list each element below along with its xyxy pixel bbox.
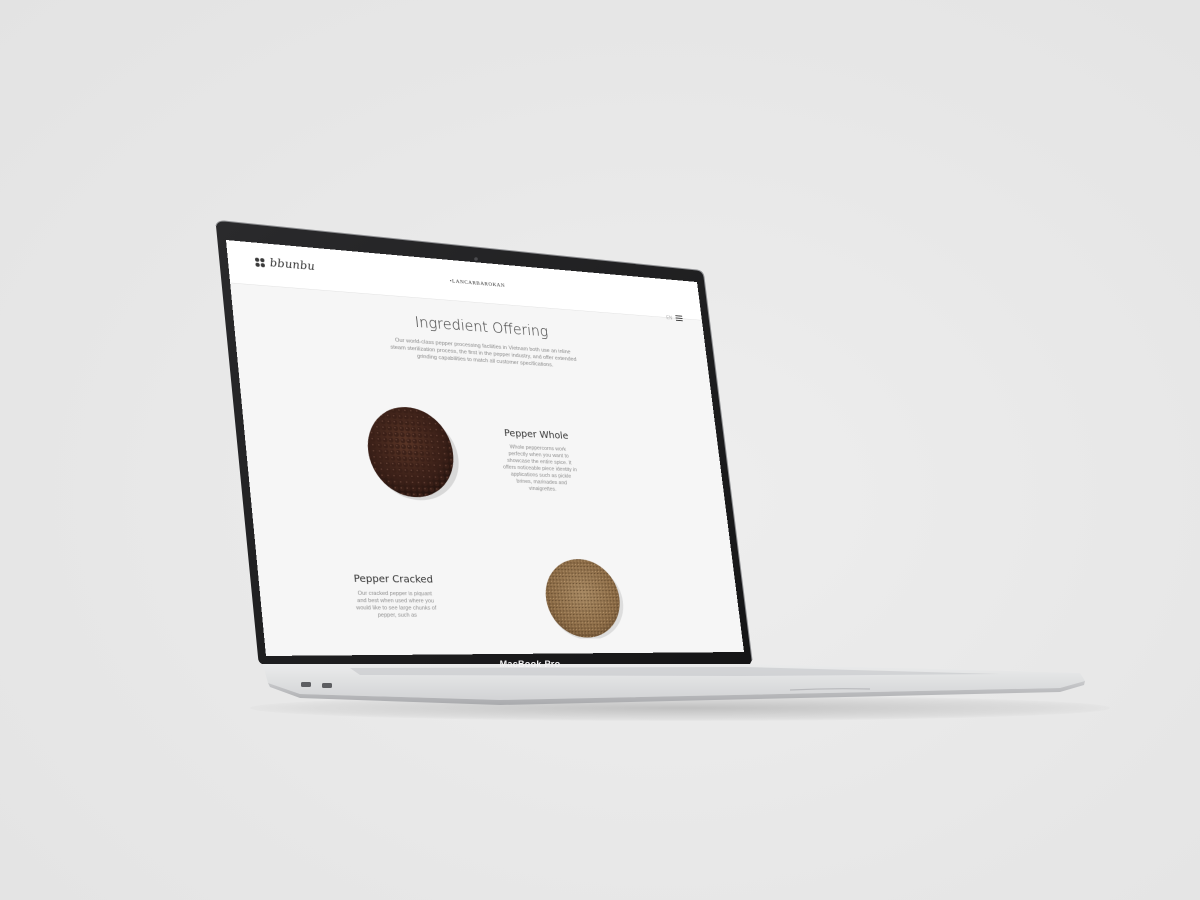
page-intro-text: Our world-class pepper processing facili…	[390, 337, 577, 368]
product-card-pepper-cracked: Pepper Cracked Our cracked pepper is piq…	[352, 572, 437, 619]
peppercorns-pile-image	[363, 404, 464, 502]
device-model-label: MacBook Pro	[499, 659, 561, 669]
product-title: Pepper Whole	[503, 426, 569, 442]
camera-icon	[474, 257, 478, 261]
mockup-scene: bbunbu •LANCARBAROKAN EN Ingredient Offe…	[0, 0, 1200, 900]
product-description: Our cracked pepper is piquant and best w…	[355, 590, 437, 619]
product-card-pepper-whole: Pepper Whole Whole peppercorns work perf…	[498, 426, 579, 493]
browser-viewport[interactable]: bbunbu •LANCARBAROKAN EN Ingredient Offe…	[226, 240, 744, 656]
cracked-pepper-pile-image	[541, 558, 628, 639]
language-switcher[interactable]: EN	[666, 315, 673, 321]
product-title: Pepper Cracked	[353, 572, 434, 586]
hamburger-menu-icon[interactable]	[675, 315, 683, 322]
product-description: Whole peppercorns work perfectly when yo…	[502, 443, 578, 493]
